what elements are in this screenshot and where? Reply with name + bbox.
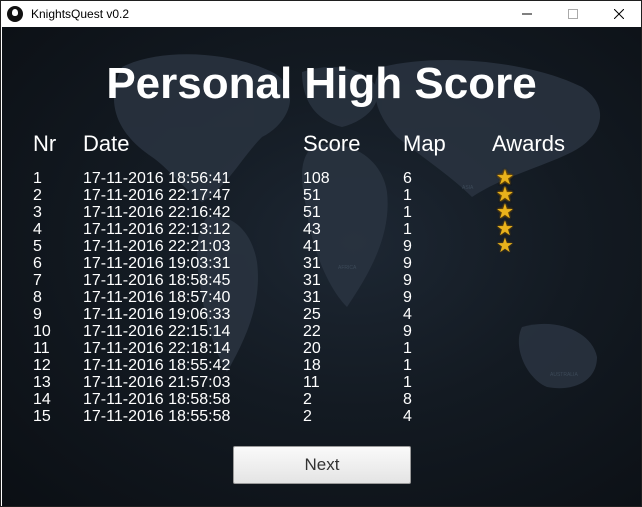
- row-map: 9: [403, 289, 412, 306]
- minimize-icon: [522, 13, 532, 15]
- column-header-awards: Awards: [492, 131, 565, 156]
- table-row: 13 17-11-2016 21:57:03 11 1: [2, 374, 641, 391]
- row-map: 8: [403, 391, 412, 408]
- row-score: 43: [303, 221, 321, 238]
- star-icon: ★: [496, 235, 514, 257]
- row-score: 108: [303, 170, 330, 187]
- row-nr: 10: [33, 323, 51, 340]
- row-nr: 4: [33, 221, 42, 238]
- row-nr: 7: [33, 272, 42, 289]
- row-nr: 8: [33, 289, 42, 306]
- row-nr: 1: [33, 170, 42, 187]
- row-score: 25: [303, 306, 321, 323]
- window-title: KnightsQuest v0.2: [31, 7, 130, 21]
- row-nr: 12: [33, 357, 51, 374]
- close-icon: [614, 9, 624, 19]
- row-nr: 6: [33, 255, 42, 272]
- row-map: 4: [403, 306, 412, 323]
- row-map: 4: [403, 408, 412, 425]
- row-map: 9: [403, 238, 412, 255]
- row-map: 9: [403, 272, 412, 289]
- row-date: 17-11-2016 18:55:58: [83, 408, 231, 425]
- column-header-map: Map: [403, 131, 446, 156]
- column-header-date: Date: [83, 131, 130, 156]
- row-date: 17-11-2016 22:13:12: [83, 221, 231, 238]
- table-row: 1 17-11-2016 18:56:41 108 6 ★ ★ ★ ★ ★: [2, 168, 641, 188]
- row-nr: 15: [33, 408, 51, 425]
- row-date: 17-11-2016 22:16:42: [83, 204, 231, 221]
- row-date: 17-11-2016 18:58:58: [83, 391, 231, 408]
- maximize-icon: [568, 9, 578, 19]
- row-date: 17-11-2016 19:03:31: [83, 255, 231, 272]
- maximize-button[interactable]: [550, 1, 596, 27]
- row-score: 31: [303, 289, 321, 306]
- row-date: 17-11-2016 22:17:47: [83, 187, 231, 204]
- row-nr: 14: [33, 391, 51, 408]
- row-nr: 5: [33, 238, 42, 255]
- row-date: 17-11-2016 18:56:41: [83, 170, 231, 187]
- table-row: 3 17-11-2016 22:16:42 51 1 ★ ★ ★: [2, 202, 641, 222]
- column-header-nr: Nr: [33, 131, 57, 156]
- table-row: 6 17-11-2016 19:03:31 31 9: [2, 255, 641, 272]
- row-map: 9: [403, 255, 412, 272]
- table-row: 15 17-11-2016 18:55:58 2 4: [2, 408, 641, 425]
- app-window: KnightsQuest v0.2 AFRICA AUSTRALIA ASIA …: [0, 0, 642, 507]
- table-row: 7 17-11-2016 18:58:45 31 9: [2, 272, 641, 289]
- table-row: 5 17-11-2016 22:21:03 41 9 ★: [2, 235, 641, 257]
- close-button[interactable]: [596, 1, 641, 27]
- row-nr: 9: [33, 306, 42, 323]
- table-row: 14 17-11-2016 18:58:58 2 8: [2, 391, 641, 408]
- row-map: 1: [403, 357, 412, 374]
- highscore-panel: AFRICA AUSTRALIA ASIA Personal High Scor…: [2, 27, 641, 506]
- row-score: 31: [303, 255, 321, 272]
- row-map: 1: [403, 204, 412, 221]
- row-map: 1: [403, 340, 412, 357]
- row-date: 17-11-2016 22:18:14: [83, 340, 231, 357]
- table-row: 4 17-11-2016 22:13:12 43 1 ★ ★: [2, 219, 641, 239]
- row-map: 6: [403, 170, 412, 187]
- table-row: 2 17-11-2016 22:17:47 51 1 ★ ★ ★ ★: [2, 185, 641, 205]
- row-date: 17-11-2016 18:55:42: [83, 357, 231, 374]
- table-row: 8 17-11-2016 18:57:40 31 9: [2, 289, 641, 306]
- row-score: 11: [303, 374, 320, 391]
- table-row: 11 17-11-2016 22:18:14 20 1: [2, 340, 641, 357]
- row-score: 18: [303, 357, 321, 374]
- row-score: 20: [303, 340, 321, 357]
- row-score: 51: [303, 204, 321, 221]
- row-score: 2: [303, 408, 312, 425]
- table-row: 10 17-11-2016 22:15:14 22 9: [2, 323, 641, 340]
- row-nr: 11: [33, 340, 50, 357]
- row-map: 1: [403, 221, 412, 238]
- row-map: 1: [403, 187, 412, 204]
- table-row: 12 17-11-2016 18:55:42 18 1: [2, 357, 641, 374]
- row-date: 17-11-2016 18:57:40: [83, 289, 231, 306]
- knight-icon: [7, 6, 23, 22]
- row-date: 17-11-2016 19:06:33: [83, 306, 231, 323]
- row-date: 17-11-2016 21:57:03: [83, 374, 231, 391]
- title-bar[interactable]: KnightsQuest v0.2: [1, 1, 641, 27]
- row-score: 41: [303, 238, 321, 255]
- page-title: Personal High Score: [106, 59, 537, 108]
- row-date: 17-11-2016 22:15:14: [83, 323, 231, 340]
- row-score: 31: [303, 272, 321, 289]
- row-score: 22: [303, 323, 321, 340]
- minimize-button[interactable]: [504, 1, 550, 27]
- column-header-score: Score: [303, 131, 361, 156]
- next-button[interactable]: Next: [233, 446, 411, 484]
- row-date: 17-11-2016 22:21:03: [83, 238, 231, 255]
- row-date: 17-11-2016 18:58:45: [83, 272, 231, 289]
- row-nr: 13: [33, 374, 51, 391]
- row-nr: 2: [33, 187, 42, 204]
- row-nr: 3: [33, 204, 42, 221]
- table-row: 9 17-11-2016 19:06:33 25 4: [2, 306, 641, 323]
- row-map: 1: [403, 374, 412, 391]
- row-score: 51: [303, 187, 321, 204]
- row-score: 2: [303, 391, 312, 408]
- row-map: 9: [403, 323, 412, 340]
